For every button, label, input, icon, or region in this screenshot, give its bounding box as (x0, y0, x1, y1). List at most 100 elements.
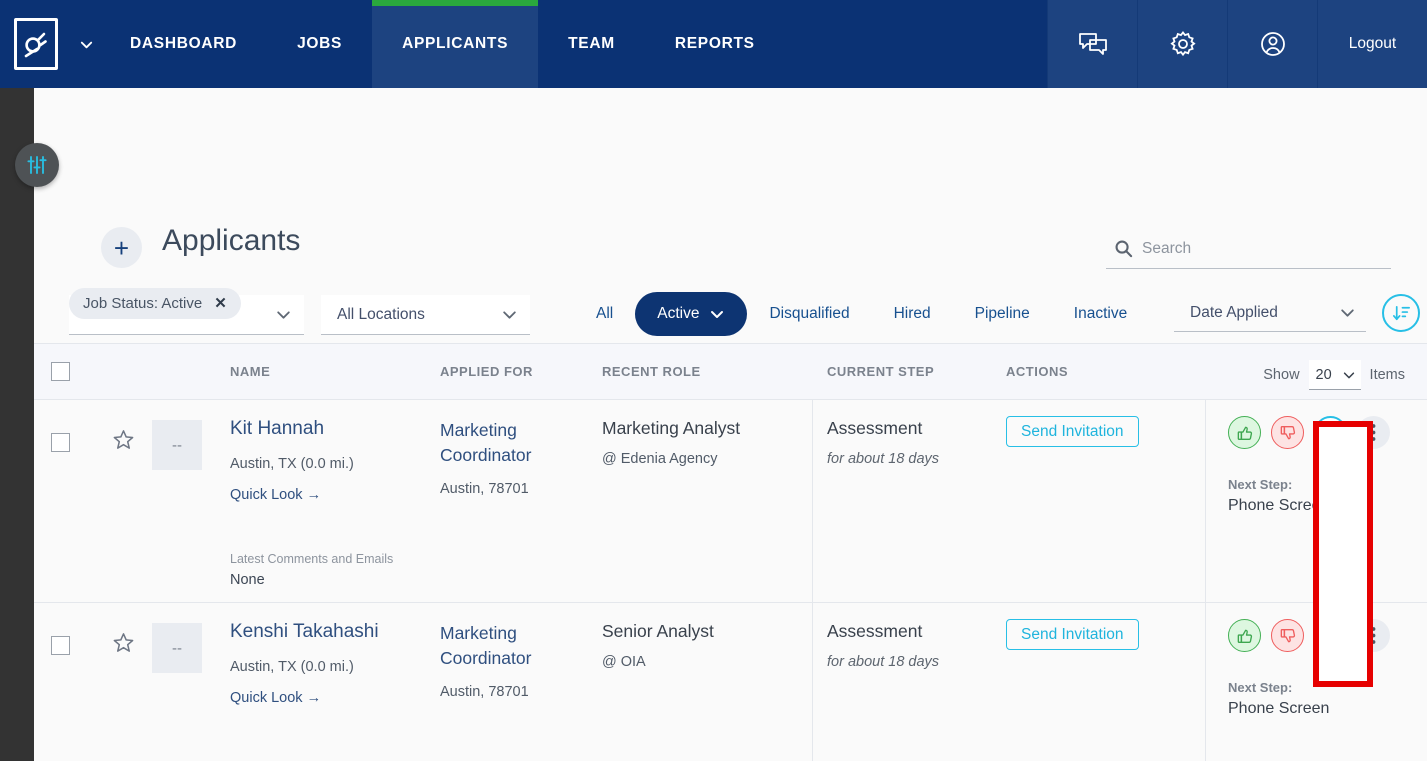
select-all-checkbox[interactable] (51, 362, 70, 381)
tab-active[interactable]: Active (635, 292, 748, 336)
applied-for-location: Austin, 78701 (440, 683, 529, 700)
column-divider (812, 603, 813, 761)
tab-hired[interactable]: Hired (872, 292, 953, 336)
table-row: -- Kit Hannah Austin, TX (0.0 mi.) Quick… (34, 400, 1427, 603)
recent-role-company: @ OIA (602, 654, 646, 670)
applicant-name-link[interactable]: Kit Hannah (230, 418, 430, 441)
quick-look-link[interactable]: Quick Look → (230, 690, 430, 706)
favorite-star-icon[interactable] (112, 631, 135, 659)
left-rail (0, 88, 34, 761)
plug-logo-icon (14, 18, 58, 70)
latest-comments-label: Latest Comments and Emails (230, 552, 394, 566)
applied-for-link[interactable]: Marketing Coordinator (440, 621, 590, 672)
active-filter-chip-label: Job Status: Active (83, 295, 203, 312)
show-items-control: Show 20 Items (1263, 360, 1405, 390)
gear-icon[interactable] (1137, 0, 1227, 88)
filter-bar: All Jobs All Locations All Active (34, 284, 1427, 346)
recent-role-title: Marketing Analyst (602, 418, 741, 438)
send-invitation-button[interactable]: Send Invitation (1006, 416, 1139, 447)
recent-role-cell: Marketing Analyst @ Edenia Agency (602, 418, 802, 467)
logout-button[interactable]: Logout (1317, 0, 1427, 88)
tab-inactive[interactable]: Inactive (1052, 292, 1149, 336)
nav-item-jobs[interactable]: JOBS (267, 0, 372, 88)
add-applicant-button[interactable]: + (101, 227, 142, 268)
avatar: -- (152, 623, 202, 673)
current-step-title: Assessment (827, 418, 923, 438)
active-filter-chip[interactable]: Job Status: Active ✕ (69, 288, 241, 319)
tab-pipeline[interactable]: Pipeline (953, 292, 1052, 336)
sliders-icon (26, 154, 48, 176)
column-header-current-step: CURRENT STEP (827, 364, 935, 379)
applicant-location: Austin, TX (0.0 mi.) (230, 455, 354, 472)
top-navigation-bar: DASHBOARD JOBS APPLICANTS TEAM REPORTS L… (0, 0, 1427, 88)
thumbs-down-icon[interactable] (1271, 619, 1304, 652)
page-title: Applicants (162, 224, 301, 257)
nav-item-team[interactable]: TEAM (538, 0, 645, 88)
column-header-name: NAME (230, 364, 271, 379)
avatar: -- (152, 420, 202, 470)
items-label: Items (1369, 367, 1405, 383)
tab-all[interactable]: All (574, 292, 635, 336)
chat-icon[interactable] (1314, 416, 1347, 449)
applied-for-location: Austin, 78701 (440, 480, 529, 497)
chevron-down-icon (709, 306, 725, 322)
recent-role-title: Senior Analyst (602, 621, 714, 641)
locations-filter-select[interactable]: All Locations (321, 295, 530, 335)
send-invitation-button[interactable]: Send Invitation (1006, 619, 1139, 650)
search-box[interactable] (1106, 229, 1391, 269)
row-select-checkbox[interactable] (51, 636, 70, 655)
column-divider (1205, 400, 1206, 602)
search-icon (1106, 239, 1140, 258)
recent-role-cell: Senior Analyst @ OIA (602, 621, 802, 670)
current-step-cell: Assessment for about 18 days (827, 418, 987, 467)
favorite-star-icon[interactable] (112, 428, 135, 456)
thumbs-down-icon[interactable] (1271, 416, 1304, 449)
sort-controls: Date Applied (1174, 294, 1420, 332)
applicants-table: NAME APPLIED FOR RECENT ROLE CURRENT STE… (34, 343, 1427, 761)
current-step-duration: for about 18 days (827, 654, 940, 670)
page-size-value: 20 (1315, 366, 1332, 383)
thumbs-up-icon[interactable] (1228, 619, 1261, 652)
recent-role-company: @ Edenia Agency (602, 451, 718, 467)
app-logo[interactable] (0, 0, 72, 88)
quick-look-link[interactable]: Quick Look → (230, 487, 430, 503)
latest-comments-value: None (230, 572, 265, 588)
page-content: + Applicants All Jobs All Locations (34, 88, 1427, 761)
nav-item-reports[interactable]: REPORTS (645, 0, 785, 88)
row-action-icons (1228, 416, 1390, 449)
column-header-applied-for: APPLIED FOR (440, 364, 533, 379)
nav-item-applicants[interactable]: APPLICANTS (372, 0, 539, 88)
thumbs-up-icon[interactable] (1228, 416, 1261, 449)
column-divider (812, 400, 813, 602)
tab-active-label: Active (657, 305, 700, 322)
page-size-select[interactable]: 20 (1308, 360, 1361, 390)
chat-icon[interactable] (1314, 619, 1347, 652)
next-step-value: Phone Screen (1228, 700, 1330, 717)
applied-for-link[interactable]: Marketing Coordinator (440, 418, 590, 469)
sort-by-select[interactable]: Date Applied (1174, 294, 1366, 332)
sort-by-value: Date Applied (1190, 303, 1278, 321)
applicants-page: DASHBOARD JOBS APPLICANTS TEAM REPORTS L… (0, 0, 1427, 761)
current-step-duration: for about 18 days (827, 451, 940, 467)
chevron-down-icon[interactable] (72, 0, 100, 88)
chevron-down-icon (1339, 304, 1356, 321)
row-select-checkbox[interactable] (51, 433, 70, 452)
search-input[interactable] (1140, 238, 1391, 259)
user-account-icon[interactable] (1227, 0, 1317, 88)
current-step-cell: Assessment for about 18 days (827, 621, 987, 670)
applicant-name-link[interactable]: Kenshi Takahashi (230, 621, 430, 644)
column-header-actions: ACTIONS (1006, 364, 1068, 379)
messages-icon[interactable] (1047, 0, 1137, 88)
tab-disqualified[interactable]: Disqualified (747, 292, 871, 336)
more-options-icon[interactable] (1357, 416, 1390, 449)
chevron-down-icon (1342, 368, 1356, 382)
table-header-row: NAME APPLIED FOR RECENT ROLE CURRENT STE… (34, 343, 1427, 400)
more-options-icon[interactable] (1357, 619, 1390, 652)
nav-item-dashboard[interactable]: DASHBOARD (100, 0, 267, 88)
current-step-title: Assessment (827, 621, 923, 641)
next-step-label: Next Step: (1228, 477, 1293, 492)
filters-toggle-button[interactable] (15, 143, 59, 187)
sort-descending-icon[interactable] (1382, 294, 1420, 332)
nav-icon-group: Logout (1047, 0, 1427, 88)
close-icon[interactable]: ✕ (214, 296, 227, 311)
